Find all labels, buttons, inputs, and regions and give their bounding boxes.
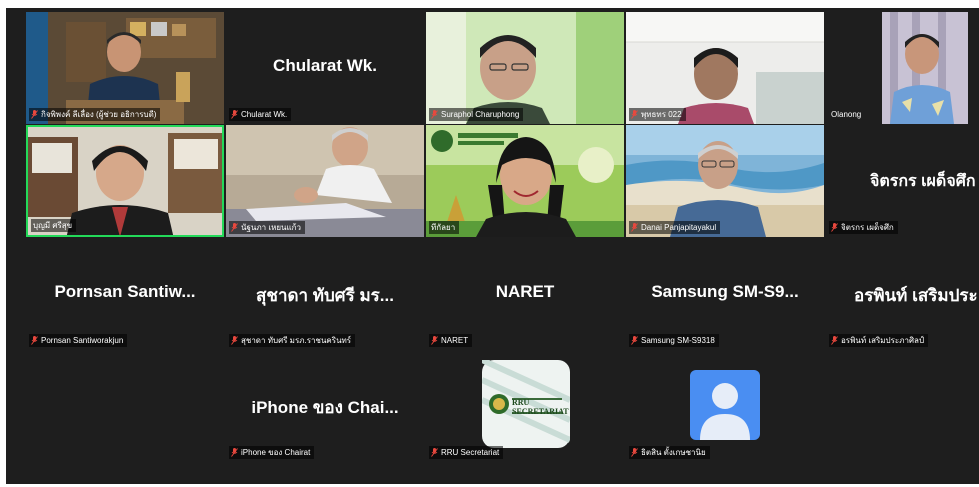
participant-name-bar: อรพินท์ เสริมประภาศิลป์: [829, 334, 929, 347]
participant-name-bar: พุทธทร 022: [629, 108, 686, 121]
muted-mic-icon: [431, 110, 438, 119]
participant-tile[interactable]: พุทธทร 022: [626, 12, 824, 124]
participant-tile[interactable]: จิตรกร เผด็จศึก จิตรกร เผด็จศึก: [826, 125, 979, 237]
participant-tile[interactable]: Suraphol Charuphong: [426, 12, 624, 124]
participant-tile[interactable]: นัฐนภา เหยนแก้ว: [226, 125, 424, 237]
muted-mic-icon: [631, 223, 638, 232]
muted-mic-icon: [631, 448, 638, 457]
participant-name: iPhone ของ Chairat: [241, 448, 311, 457]
muted-mic-icon: [31, 110, 38, 119]
rru-secretariat-logo: RRU SECRETARIAT: [480, 357, 572, 448]
participant-tile[interactable]: Olanong: [826, 12, 979, 124]
participant-name: อรพินท์ เสริมประภาศิลป์: [841, 336, 925, 345]
participant-tile[interactable]: กิจพิพงค์ ลีเลื่อง (ผู้ช่วย อธิการบดี): [26, 12, 224, 124]
participant-name-bar: ธิตสิน ตั้งเกษชานิย: [629, 446, 710, 459]
participant-tile[interactable]: RRU SECRETARIAT RRU Secretariat: [426, 350, 624, 462]
muted-mic-icon: [631, 336, 638, 345]
participant-name-bar: iPhone ของ Chairat: [229, 446, 315, 459]
participant-name: พุทธทร 022: [641, 110, 682, 119]
participant-name: กิจพิพงค์ ลีเลื่อง (ผู้ช่วย อธิการบดี): [41, 110, 157, 119]
participant-name: สุชาดา ทับศรี มรภ.ราชนครินทร์: [241, 336, 352, 345]
participant-name: Samsung SM-S9318: [641, 336, 715, 345]
participant-tile[interactable]: ธิตสิน ตั้งเกษชานิย: [626, 350, 824, 462]
participant-name: NARET: [441, 336, 469, 345]
participant-name-bar: RRU Secretariat: [429, 446, 504, 459]
muted-mic-icon: [431, 448, 438, 457]
participant-name-bar: Samsung SM-S9318: [629, 334, 719, 347]
participant-name-bar: บุญมี ศรีสุข: [31, 219, 77, 232]
muted-mic-icon: [231, 223, 238, 232]
participant-tile-active-speaker[interactable]: บุญมี ศรีสุข: [26, 125, 224, 237]
video-gallery: กิจพิพงค์ ลีเลื่อง (ผู้ช่วย อธิการบดี) C…: [6, 8, 979, 484]
participant-name: ธิตสิน ตั้งเกษชานิย: [641, 448, 706, 457]
participant-tile[interactable]: Danai Panjapitayakul: [626, 125, 824, 237]
participant-name-bar: จิตรกร เผด็จศึก: [829, 221, 898, 234]
participant-name-bar: NARET: [429, 334, 473, 347]
participant-name: Olanong: [831, 110, 862, 119]
participant-name-bar: สุชาดา ทับศรี มรภ.ราชนครินทร์: [229, 334, 356, 347]
muted-mic-icon: [831, 223, 838, 232]
muted-mic-icon: [231, 110, 238, 119]
participant-tile[interactable]: Samsung SM-S9... Samsung SM-S9318: [626, 238, 824, 350]
participant-name: ทีกัลยา: [431, 223, 456, 232]
muted-mic-icon: [431, 336, 438, 345]
participant-tile[interactable]: อรพินท์ เสริมประ อรพินท์ เสริมประภาศิลป์: [826, 238, 979, 350]
muted-mic-icon: [831, 336, 838, 345]
participant-video: [882, 12, 968, 124]
participant-display-name: อรพินท์ เสริมประ: [854, 286, 978, 305]
participant-name-bar: Olanong: [829, 108, 865, 121]
participant-display-name: Chularat Wk.: [273, 56, 377, 75]
participant-name: Chularat Wk.: [241, 110, 288, 119]
participant-name: Suraphol Charuphong: [441, 110, 520, 119]
default-person-avatar-icon: [690, 370, 760, 440]
muted-mic-icon: [631, 110, 638, 119]
participant-tile[interactable]: NARET NARET: [426, 238, 624, 350]
participant-name: นัฐนภา เหยนแก้ว: [241, 223, 301, 232]
participant-name-bar: Suraphol Charuphong: [429, 108, 524, 121]
participant-name: Danai Panjapitayakul: [641, 223, 717, 232]
participant-tile[interactable]: Chularat Wk. Chularat Wk.: [226, 12, 424, 124]
participant-tile[interactable]: สุชาดา ทับศรี มร... สุชาดา ทับศรี มรภ.รา…: [226, 238, 424, 350]
muted-mic-icon: [231, 336, 238, 345]
participant-name-bar: นัฐนภา เหยนแก้ว: [229, 221, 305, 234]
participant-display-name: Pornsan Santiw...: [54, 282, 196, 301]
participant-tile[interactable]: ทีกัลยา: [426, 125, 624, 237]
participant-tile[interactable]: Pornsan Santiw... Pornsan Santiworakjun: [26, 238, 224, 350]
participant-name: Pornsan Santiworakjun: [41, 336, 124, 345]
participant-name: บุญมี ศรีสุข: [33, 221, 73, 230]
participant-name-bar: Danai Panjapitayakul: [629, 221, 721, 234]
logo-text: RRU SECRETARIAT: [512, 398, 569, 416]
muted-mic-icon: [231, 448, 238, 457]
participant-display-name: iPhone ของ Chai...: [251, 398, 399, 417]
participant-name-bar: กิจพิพงค์ ลีเลื่อง (ผู้ช่วย อธิการบดี): [29, 108, 161, 121]
participant-name-bar: ทีกัลยา: [429, 221, 460, 234]
participant-display-name: Samsung SM-S9...: [651, 282, 799, 301]
participant-display-name: NARET: [495, 282, 555, 301]
participant-tile[interactable]: iPhone ของ Chai... iPhone ของ Chairat: [226, 350, 424, 462]
participant-name-bar: Chularat Wk.: [229, 108, 292, 121]
muted-mic-icon: [31, 336, 38, 345]
participant-display-name: จิตรกร เผด็จศึก: [870, 173, 976, 190]
participant-display-name: สุชาดา ทับศรี มร...: [256, 286, 394, 305]
participant-name: จิตรกร เผด็จศึก: [841, 223, 894, 232]
participant-name: RRU Secretariat: [441, 448, 500, 457]
participant-name-bar: Pornsan Santiworakjun: [29, 334, 128, 347]
